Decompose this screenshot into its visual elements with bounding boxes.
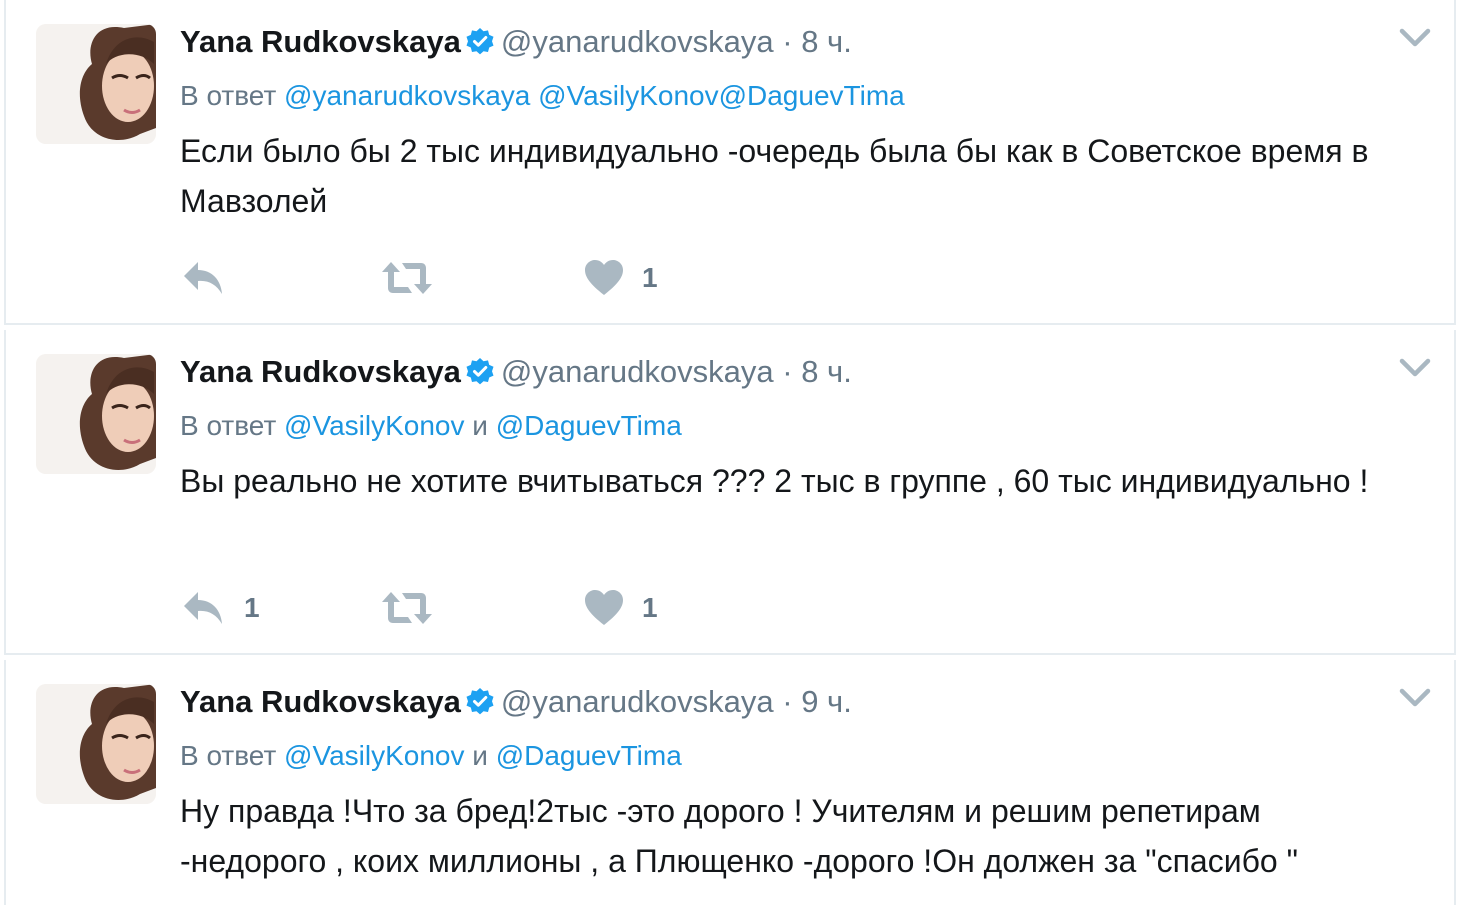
reply-joiner: и [464, 740, 496, 771]
retweet-button[interactable] [380, 586, 452, 630]
tweet-actions: 1 1 [180, 586, 780, 630]
reply-button[interactable]: 1 [180, 586, 260, 630]
chevron-down-icon[interactable] [1398, 26, 1432, 50]
separator-dot: · [782, 684, 793, 719]
avatar-photo-icon [36, 684, 156, 804]
verified-badge-icon [466, 688, 494, 715]
mention-link[interactable]: @DaguevTima [719, 80, 905, 111]
like-button[interactable]: 1 [584, 586, 658, 630]
reply-icon [184, 262, 222, 294]
reply-context: В ответ @VasilyKonov и @DaguevTima [180, 406, 682, 446]
author-username[interactable]: @yanarudkovskaya [501, 24, 774, 59]
tweet-timestamp[interactable]: 8 ч. [801, 354, 852, 389]
tweet-text: Если было бы 2 тыс индивидуально -очеред… [180, 133, 1369, 219]
separator-dot: · [782, 354, 793, 389]
tweet-header: Yana Rudkovskaya @yanarudkovskaya · 8 ч. [180, 350, 852, 394]
tweet[interactable]: Yana Rudkovskaya @yanarudkovskaya · 8 ч. … [4, 0, 1456, 325]
mention-link[interactable]: @VasilyKonov [538, 80, 718, 111]
tweet-actions: 1 [180, 256, 780, 300]
verified-badge-icon [466, 358, 494, 385]
author-fullname[interactable]: Yana Rudkovskaya [180, 24, 461, 59]
reply-button[interactable] [180, 256, 244, 300]
like-count: 1 [642, 592, 658, 623]
reply-context: В ответ @yanarudkovskaya @VasilyKonov@Da… [180, 76, 905, 116]
mention-link[interactable]: @VasilyKonov [284, 740, 464, 771]
reply-joiner: и [464, 410, 496, 441]
reply-joiner [530, 80, 538, 111]
reply-icon [184, 592, 222, 624]
avatar[interactable] [36, 24, 156, 144]
author-username[interactable]: @yanarudkovskaya [501, 684, 774, 719]
tweet[interactable]: Yana Rudkovskaya @yanarudkovskaya · 8 ч. … [4, 330, 1456, 655]
like-button[interactable]: 1 [584, 256, 658, 300]
heart-icon [585, 590, 623, 625]
mention-link[interactable]: @DaguevTima [496, 740, 682, 771]
mention-link[interactable]: @VasilyKonov [284, 410, 464, 441]
retweet-icon [382, 592, 432, 624]
reply-prefix: В ответ [180, 410, 277, 441]
avatar[interactable] [36, 354, 156, 474]
author-username[interactable]: @yanarudkovskaya [501, 354, 774, 389]
avatar-photo-icon [36, 354, 156, 474]
verified-badge-icon [466, 28, 494, 55]
tweet-text: Вы реально не хотите вчитываться ??? 2 т… [180, 463, 1369, 499]
tweet[interactable]: Yana Rudkovskaya @yanarudkovskaya · 9 ч. … [4, 660, 1456, 905]
like-count: 1 [642, 262, 658, 293]
avatar[interactable] [36, 684, 156, 804]
separator-dot: · [782, 24, 793, 59]
chevron-down-icon[interactable] [1398, 356, 1432, 380]
tweet-timestamp[interactable]: 8 ч. [801, 24, 852, 59]
tweet-timestamp[interactable]: 9 ч. [801, 684, 852, 719]
reply-context: В ответ @VasilyKonov и @DaguevTima [180, 736, 682, 776]
retweet-button[interactable] [380, 256, 452, 300]
mention-link[interactable]: @DaguevTima [496, 410, 682, 441]
tweet-header: Yana Rudkovskaya @yanarudkovskaya · 8 ч. [180, 20, 852, 64]
reply-prefix: В ответ [180, 740, 277, 771]
retweet-icon [382, 262, 432, 294]
author-fullname[interactable]: Yana Rudkovskaya [180, 684, 461, 719]
heart-icon [585, 260, 623, 295]
chevron-down-icon[interactable] [1398, 686, 1432, 710]
reply-count: 1 [244, 592, 260, 623]
reply-prefix: В ответ [180, 80, 277, 111]
tweet-feed: Yana Rudkovskaya @yanarudkovskaya · 8 ч. … [0, 0, 1460, 905]
mention-link[interactable]: @yanarudkovskaya [284, 80, 530, 111]
tweet-header: Yana Rudkovskaya @yanarudkovskaya · 9 ч. [180, 680, 852, 724]
author-fullname[interactable]: Yana Rudkovskaya [180, 354, 461, 389]
avatar-photo-icon [36, 24, 156, 144]
tweet-text: Ну правда !Что за бред!2тыс -это дорого … [180, 793, 1298, 879]
